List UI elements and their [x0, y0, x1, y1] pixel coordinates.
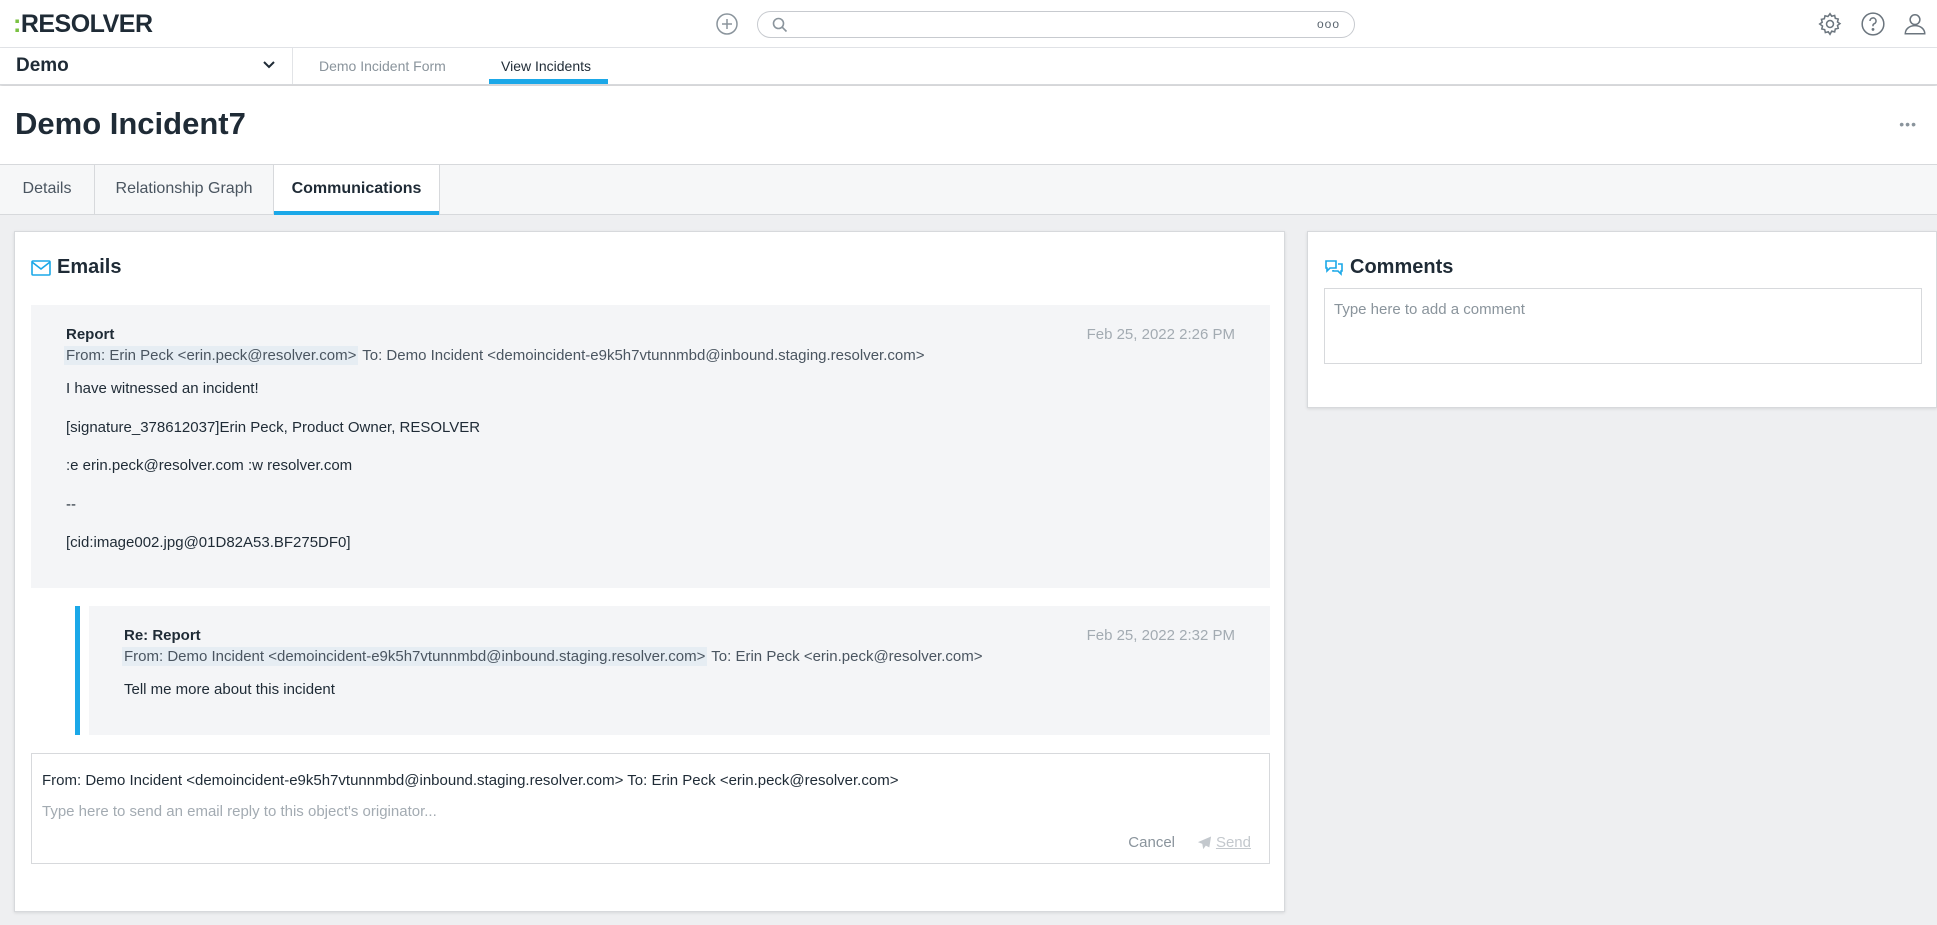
email-body-line: Tell me more about this incident [124, 681, 335, 698]
page-title: Demo Incident7 [15, 106, 246, 141]
comment-input[interactable]: Type here to add a comment [1324, 288, 1922, 364]
settings-button[interactable] [1817, 11, 1843, 37]
compose-addresses: From: Demo Incident <demoincident-e9k5h7… [42, 772, 899, 789]
email-subject: Re: Report [124, 627, 201, 644]
tab-relationship-graph[interactable]: Relationship Graph [95, 165, 274, 215]
chevron-down-icon [263, 61, 275, 69]
email-body-line: :e erin.peck@resolver.com :w resolver.co… [66, 457, 353, 474]
gear-icon [1818, 12, 1842, 36]
email-body-line: I have witnessed an incident! [66, 380, 259, 397]
email-body-line: -- [66, 496, 76, 513]
email-message: Report Feb 25, 2022 2:26 PM From: Erin P… [31, 305, 1270, 588]
more-options-button[interactable]: ••• [1899, 116, 1917, 132]
app-name: Demo [16, 55, 69, 76]
search-options-button[interactable]: ooo [1317, 17, 1340, 31]
email-reply-input[interactable]: Type here to send an email reply to this… [42, 803, 437, 820]
comments-header: Comments [1324, 256, 1453, 279]
email-addresses: From: Erin Peck <erin.peck@resolver.com>… [64, 346, 925, 365]
app-selector-dropdown[interactable]: Demo [0, 48, 293, 84]
paper-plane-icon [1197, 835, 1212, 849]
emails-panel: Emails Report Feb 25, 2022 2:26 PM From:… [14, 231, 1285, 912]
nav-tab-demo-incident-form[interactable]: Demo Incident Form [319, 58, 446, 74]
send-button[interactable]: Send [1197, 834, 1251, 851]
envelope-icon [31, 259, 51, 276]
emails-title: Emails [57, 256, 122, 278]
email-date: Feb 25, 2022 2:26 PM [1086, 326, 1235, 343]
top-bar: :RESOLVER ooo [0, 0, 1937, 48]
nav-bar: Demo Demo Incident Form View Incidents [0, 48, 1937, 85]
email-addresses: From: Demo Incident <demoincident-e9k5h7… [122, 647, 983, 666]
global-search-input[interactable]: ooo [757, 11, 1355, 38]
email-to: To: Erin Peck <erin.peck@resolver.com> [711, 648, 983, 665]
cancel-button[interactable]: Cancel [1128, 834, 1175, 851]
email-date: Feb 25, 2022 2:32 PM [1086, 627, 1235, 644]
email-reply-composer: From: Demo Incident <demoincident-e9k5h7… [31, 753, 1270, 864]
add-button[interactable] [715, 12, 739, 36]
email-subject: Report [66, 326, 115, 343]
email-to: To: Demo Incident <demoincident-e9k5h7vt… [362, 347, 925, 364]
email-body-line: [signature_378612037]Erin Peck, Product … [66, 419, 481, 436]
tab-communications[interactable]: Communications [274, 165, 440, 215]
object-tabs: Details Relationship Graph Communication… [0, 164, 1937, 215]
email-body-line: [cid:image002.jpg@01D82A53.BF275DF0] [66, 534, 351, 551]
emails-header: Emails [31, 256, 121, 279]
user-menu-button[interactable] [1902, 11, 1928, 37]
email-from: From: Erin Peck <erin.peck@resolver.com> [64, 346, 359, 365]
email-from: From: Demo Incident <demoincident-e9k5h7… [122, 647, 708, 666]
comments-title: Comments [1350, 256, 1454, 278]
search-icon [772, 17, 788, 33]
active-nav-indicator [489, 79, 608, 84]
send-label: Send [1215, 834, 1251, 851]
tab-details[interactable]: Details [0, 165, 95, 215]
page-header: Demo Incident7 ••• [0, 86, 1937, 164]
chat-bubbles-icon [1325, 260, 1343, 276]
comments-panel: Comments Type here to add a comment [1307, 231, 1937, 408]
resolver-logo[interactable]: :RESOLVER [13, 12, 153, 37]
reply-thread-indicator [75, 606, 80, 735]
user-icon [1904, 14, 1926, 35]
email-reply-message: Re: Report Feb 25, 2022 2:32 PM From: De… [89, 606, 1270, 735]
nav-tab-view-incidents[interactable]: View Incidents [501, 58, 591, 74]
help-button[interactable] [1860, 11, 1886, 37]
comment-placeholder: Type here to add a comment [1334, 301, 1525, 318]
plus-circle-icon [716, 13, 738, 35]
help-circle-icon [1861, 12, 1885, 36]
